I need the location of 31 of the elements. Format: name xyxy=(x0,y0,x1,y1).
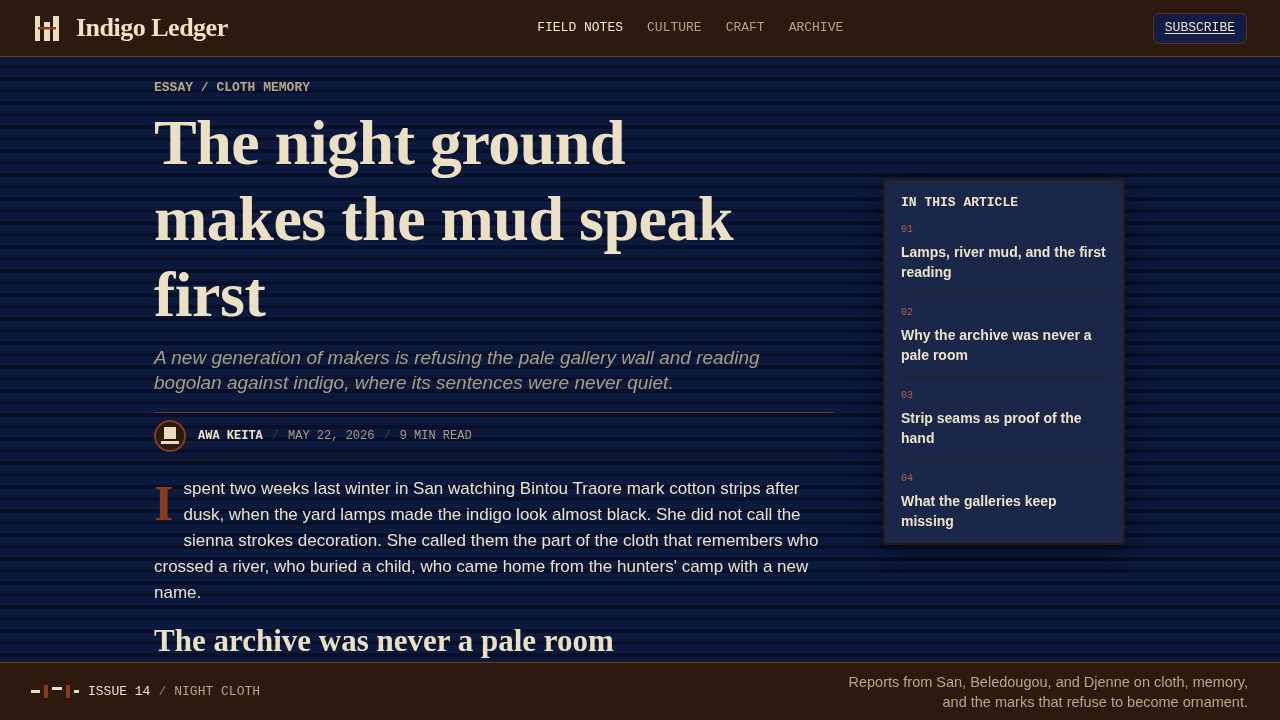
nav-link[interactable]: CRAFT xyxy=(725,19,765,37)
stripe-pattern-icon xyxy=(31,685,79,698)
site-logo[interactable]: Indigo Ledger xyxy=(76,13,228,43)
issue-theme: NIGHT CLOTH xyxy=(174,682,261,701)
toc-number: 03 xyxy=(901,389,914,403)
slash-separator: / xyxy=(158,682,167,701)
section-heading: The archive was never a pale room xyxy=(154,623,615,659)
nav-link[interactable]: CULTURE xyxy=(647,19,702,37)
toc-link[interactable]: Strip seams as proof of the hand xyxy=(901,408,1107,448)
byline-meta: MAY 22, 2026 xyxy=(288,428,375,445)
nav-link[interactable]: ARCHIVE xyxy=(788,19,844,37)
author-name: AWA KEITA xyxy=(198,428,263,445)
subscribe-button[interactable]: SUBSCRIBE xyxy=(1152,12,1247,44)
slash-separator: / xyxy=(383,428,391,445)
toc-number: 01 xyxy=(901,223,914,237)
toc-heading: IN THIS ARTICLE xyxy=(901,194,1020,212)
slash-separator: / xyxy=(271,428,279,445)
article-subtitle: A new generation of makers is refusing the pale gallery wall and reading bogolan against indigo, where its sentences were never quiet. xyxy=(154,346,761,395)
nav-link[interactable]: FIELD NOTES xyxy=(537,19,624,37)
logo-icon xyxy=(35,15,59,41)
article-title: The night ground makes the mud speak first xyxy=(154,106,735,332)
avatar-icon xyxy=(154,420,186,452)
toc-number: 02 xyxy=(901,306,914,320)
section-kicker: ESSAY / CLOTH MEMORY xyxy=(154,79,312,97)
footer-tagline: Reports from San, Beledougou, and Djenne on cloth, memory, and the marks that refuse to become ornament. xyxy=(848,672,1248,712)
toc-number: 04 xyxy=(901,472,914,486)
toc-link[interactable]: Lamps, river mud, and the first reading xyxy=(901,242,1107,282)
toc-link[interactable]: What the galleries keep missing xyxy=(901,491,1107,531)
issue-number: ISSUE 14 xyxy=(88,682,151,701)
toc-link[interactable]: Why the archive was never a pale room xyxy=(901,325,1107,365)
byline-meta: 9 MIN READ xyxy=(399,428,472,445)
